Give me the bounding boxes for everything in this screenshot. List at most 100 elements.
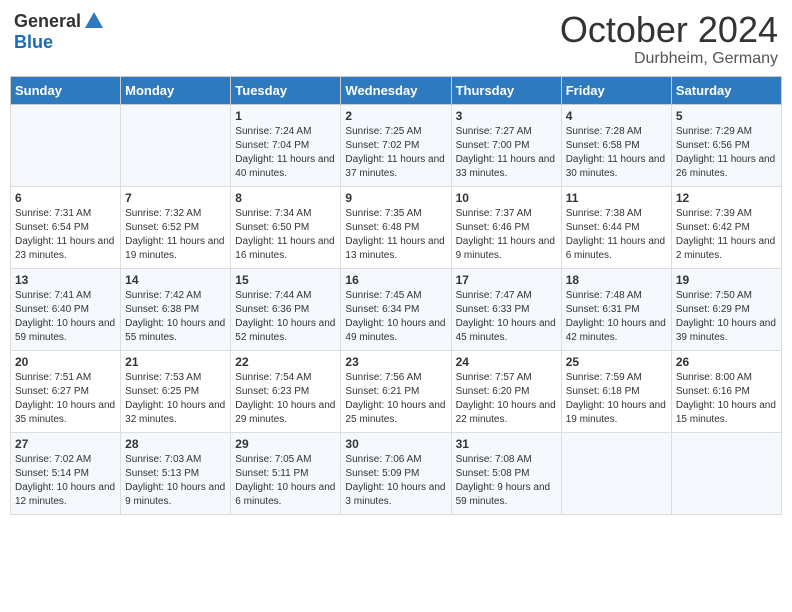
- calendar-header-cell: Sunday: [11, 76, 121, 104]
- day-info: Sunrise: 7:37 AM Sunset: 6:46 PM Dayligh…: [456, 207, 557, 263]
- month-title: October 2024: [560, 10, 778, 50]
- day-info: Sunrise: 7:34 AM Sunset: 6:50 PM Dayligh…: [235, 207, 336, 263]
- calendar-day-cell: 7Sunrise: 7:32 AM Sunset: 6:52 PM Daylig…: [121, 186, 231, 268]
- day-info: Sunrise: 7:53 AM Sunset: 6:25 PM Dayligh…: [125, 371, 226, 427]
- calendar-week-row: 20 Sunrise: 7:51 AM Sunset: 6:27 PM Dayli…: [11, 350, 782, 432]
- day-info: Sunrise: 8:00 AM Sunset: 6:16 PM Dayligh…: [676, 371, 777, 427]
- day-info: Sunrise: 7:45 AM Sunset: 6:34 PM Dayligh…: [345, 289, 446, 345]
- calendar-week-row: 13 Sunrise: 7:41 AM Sunset: 6:40 PM Dayli…: [11, 268, 782, 350]
- calendar-day-cell: 27Sunrise: 7:02 AM Sunset: 5:14 PM Dayli…: [11, 432, 121, 514]
- day-number: 1: [235, 109, 336, 123]
- calendar-day-cell: 4 Sunrise: 7:28 AM Sunset: 6:58 PM Daylig…: [561, 104, 671, 186]
- day-number: 13: [15, 273, 116, 287]
- calendar-day-cell: [561, 432, 671, 514]
- day-info: Sunrise: 7:50 AM Sunset: 6:29 PM Dayligh…: [676, 289, 777, 345]
- calendar-week-row: 6Sunrise: 7:31 AM Sunset: 6:54 PM Daylig…: [11, 186, 782, 268]
- day-info: Sunrise: 7:35 AM Sunset: 6:48 PM Dayligh…: [345, 207, 446, 263]
- day-info: Sunrise: 7:41 AM Sunset: 6:40 PM Dayligh…: [15, 289, 116, 345]
- day-number: 19: [676, 273, 777, 287]
- calendar-table: SundayMondayTuesdayWednesdayThursdayFrid…: [10, 76, 782, 515]
- calendar-day-cell: 12Sunrise: 7:39 AM Sunset: 6:42 PM Dayli…: [671, 186, 781, 268]
- day-number: 10: [456, 191, 557, 205]
- calendar-day-cell: 5 Sunrise: 7:29 AM Sunset: 6:56 PM Daylig…: [671, 104, 781, 186]
- calendar-day-cell: 8 Sunrise: 7:34 AM Sunset: 6:50 PM Daylig…: [231, 186, 341, 268]
- calendar-day-cell: 14Sunrise: 7:42 AM Sunset: 6:38 PM Dayli…: [121, 268, 231, 350]
- calendar-day-cell: 10 Sunrise: 7:37 AM Sunset: 6:46 PM Dayli…: [451, 186, 561, 268]
- calendar-day-cell: 25 Sunrise: 7:59 AM Sunset: 6:18 PM Dayli…: [561, 350, 671, 432]
- day-number: 21: [125, 355, 226, 369]
- logo-general: General: [14, 11, 81, 32]
- calendar-day-cell: 23Sunrise: 7:56 AM Sunset: 6:21 PM Dayli…: [341, 350, 451, 432]
- calendar-week-row: 27Sunrise: 7:02 AM Sunset: 5:14 PM Dayli…: [11, 432, 782, 514]
- calendar-day-cell: 13 Sunrise: 7:41 AM Sunset: 6:40 PM Dayli…: [11, 268, 121, 350]
- day-number: 14: [125, 273, 226, 287]
- day-number: 30: [345, 437, 446, 451]
- day-number: 5: [676, 109, 777, 123]
- day-info: Sunrise: 7:05 AM Sunset: 5:11 PM Dayligh…: [235, 453, 336, 509]
- calendar-header-cell: Monday: [121, 76, 231, 104]
- calendar-day-cell: 3Sunrise: 7:27 AM Sunset: 7:00 PM Daylig…: [451, 104, 561, 186]
- page-header: General Blue October 2024 Durbheim, Germ…: [10, 10, 782, 68]
- day-number: 28: [125, 437, 226, 451]
- day-info: Sunrise: 7:59 AM Sunset: 6:18 PM Dayligh…: [566, 371, 667, 427]
- day-info: Sunrise: 7:28 AM Sunset: 6:58 PM Dayligh…: [566, 125, 667, 181]
- day-info: Sunrise: 7:27 AM Sunset: 7:00 PM Dayligh…: [456, 125, 557, 181]
- day-number: 29: [235, 437, 336, 451]
- day-info: Sunrise: 7:03 AM Sunset: 5:13 PM Dayligh…: [125, 453, 226, 509]
- day-info: Sunrise: 7:48 AM Sunset: 6:31 PM Dayligh…: [566, 289, 667, 345]
- calendar-header-cell: Wednesday: [341, 76, 451, 104]
- calendar-day-cell: 16 Sunrise: 7:45 AM Sunset: 6:34 PM Dayli…: [341, 268, 451, 350]
- day-number: 20: [15, 355, 116, 369]
- day-number: 9: [345, 191, 446, 205]
- calendar-day-cell: 11Sunrise: 7:38 AM Sunset: 6:44 PM Dayli…: [561, 186, 671, 268]
- day-number: 15: [235, 273, 336, 287]
- calendar-day-cell: 31 Sunrise: 7:08 AM Sunset: 5:08 PM Dayli…: [451, 432, 561, 514]
- day-info: Sunrise: 7:24 AM Sunset: 7:04 PM Dayligh…: [235, 125, 336, 181]
- calendar-day-cell: [671, 432, 781, 514]
- calendar-day-cell: 20 Sunrise: 7:51 AM Sunset: 6:27 PM Dayli…: [11, 350, 121, 432]
- calendar-header-cell: Tuesday: [231, 76, 341, 104]
- day-number: 23: [345, 355, 446, 369]
- day-info: Sunrise: 7:54 AM Sunset: 6:23 PM Dayligh…: [235, 371, 336, 427]
- logo-blue: Blue: [14, 32, 53, 53]
- logo: General Blue: [14, 10, 105, 53]
- day-info: Sunrise: 7:38 AM Sunset: 6:44 PM Dayligh…: [566, 207, 667, 263]
- day-number: 26: [676, 355, 777, 369]
- calendar-day-cell: 18 Sunrise: 7:48 AM Sunset: 6:31 PM Dayli…: [561, 268, 671, 350]
- title-block: October 2024 Durbheim, Germany: [560, 10, 778, 68]
- day-info: Sunrise: 7:57 AM Sunset: 6:20 PM Dayligh…: [456, 371, 557, 427]
- day-info: Sunrise: 7:02 AM Sunset: 5:14 PM Dayligh…: [15, 453, 116, 509]
- day-info: Sunrise: 7:08 AM Sunset: 5:08 PM Dayligh…: [456, 453, 557, 509]
- day-number: 4: [566, 109, 667, 123]
- calendar-body: 1 Sunrise: 7:24 AM Sunset: 7:04 PM Daylig…: [11, 104, 782, 514]
- calendar-day-cell: [11, 104, 121, 186]
- calendar-day-cell: 29 Sunrise: 7:05 AM Sunset: 5:11 PM Dayli…: [231, 432, 341, 514]
- day-info: Sunrise: 7:32 AM Sunset: 6:52 PM Dayligh…: [125, 207, 226, 263]
- day-number: 2: [345, 109, 446, 123]
- day-info: Sunrise: 7:31 AM Sunset: 6:54 PM Dayligh…: [15, 207, 116, 263]
- day-number: 18: [566, 273, 667, 287]
- calendar-header-cell: Thursday: [451, 76, 561, 104]
- location-title: Durbheim, Germany: [560, 50, 778, 68]
- day-number: 24: [456, 355, 557, 369]
- calendar-day-cell: 22Sunrise: 7:54 AM Sunset: 6:23 PM Dayli…: [231, 350, 341, 432]
- calendar-day-cell: 17Sunrise: 7:47 AM Sunset: 6:33 PM Dayli…: [451, 268, 561, 350]
- calendar-day-cell: 6Sunrise: 7:31 AM Sunset: 6:54 PM Daylig…: [11, 186, 121, 268]
- day-number: 8: [235, 191, 336, 205]
- day-number: 31: [456, 437, 557, 451]
- calendar-day-cell: [121, 104, 231, 186]
- calendar-day-cell: 28 Sunrise: 7:03 AM Sunset: 5:13 PM Dayli…: [121, 432, 231, 514]
- day-number: 17: [456, 273, 557, 287]
- calendar-day-cell: 1 Sunrise: 7:24 AM Sunset: 7:04 PM Daylig…: [231, 104, 341, 186]
- day-number: 25: [566, 355, 667, 369]
- day-info: Sunrise: 7:44 AM Sunset: 6:36 PM Dayligh…: [235, 289, 336, 345]
- logo-icon: [83, 10, 105, 32]
- calendar-day-cell: 15 Sunrise: 7:44 AM Sunset: 6:36 PM Dayli…: [231, 268, 341, 350]
- calendar-day-cell: 9 Sunrise: 7:35 AM Sunset: 6:48 PM Daylig…: [341, 186, 451, 268]
- day-info: Sunrise: 7:39 AM Sunset: 6:42 PM Dayligh…: [676, 207, 777, 263]
- calendar-day-cell: 2Sunrise: 7:25 AM Sunset: 7:02 PM Daylig…: [341, 104, 451, 186]
- day-info: Sunrise: 7:51 AM Sunset: 6:27 PM Dayligh…: [15, 371, 116, 427]
- day-info: Sunrise: 7:29 AM Sunset: 6:56 PM Dayligh…: [676, 125, 777, 181]
- day-info: Sunrise: 7:06 AM Sunset: 5:09 PM Dayligh…: [345, 453, 446, 509]
- day-number: 16: [345, 273, 446, 287]
